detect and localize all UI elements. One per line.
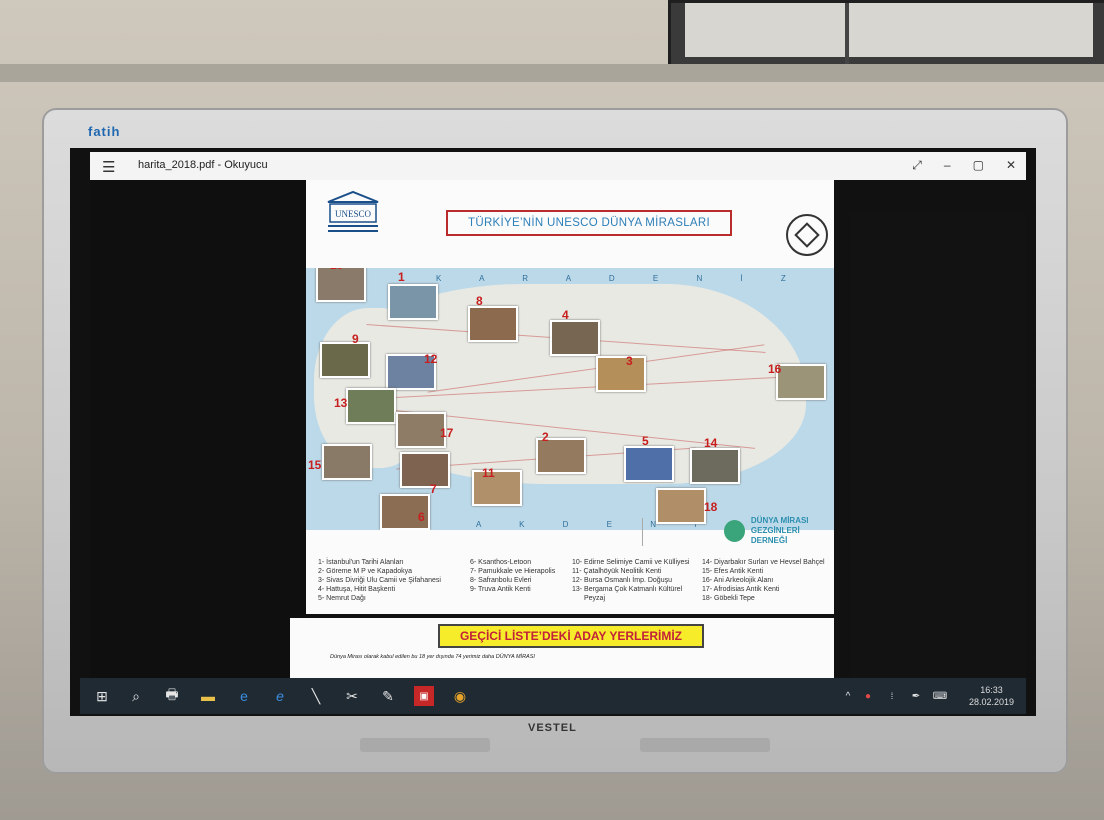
legend-column-3: 10- Edirne Selimiye Camii ve Külliyesi 11… bbox=[572, 559, 690, 602]
site-number: 10 bbox=[330, 268, 343, 272]
window-controls: ⤢ – ▢ ✕ bbox=[912, 158, 1016, 173]
maximize-icon[interactable]: ▢ bbox=[973, 158, 984, 173]
windows-start-icon[interactable]: ⊞ bbox=[92, 686, 112, 706]
site-number: 9 bbox=[352, 332, 359, 346]
site-number: 1 bbox=[398, 270, 405, 284]
minimize-icon[interactable]: – bbox=[944, 158, 951, 173]
site-photo[interactable] bbox=[468, 306, 518, 342]
tray-chevron-icon[interactable]: ^ bbox=[838, 686, 858, 706]
network-icon[interactable]: ⁞ bbox=[882, 686, 902, 706]
black-sea-label: K A R A D E N İ Z bbox=[436, 274, 804, 283]
internet-explorer-icon[interactable]: e bbox=[270, 686, 290, 706]
unesco-logo: UNESCO bbox=[327, 190, 379, 232]
pen-tray-icon[interactable]: ✒ bbox=[906, 686, 926, 706]
keyboard-icon[interactable]: ⌨ bbox=[930, 686, 950, 706]
site-number: 8 bbox=[476, 294, 483, 308]
printer-icon[interactable]: 🖶 bbox=[162, 686, 182, 706]
file-explorer-icon[interactable]: ▬ bbox=[198, 686, 218, 706]
site-number: 2 bbox=[542, 430, 549, 444]
legend-column-2: 6- Ksanthos-Letoon 7- Pamukkale ve Hierap… bbox=[470, 559, 556, 593]
org-name-line1: DÜNYA MİRASI bbox=[750, 516, 809, 525]
site-number: 18 bbox=[704, 500, 718, 514]
turkey-map: K A R A D E N İ Z A K D E N İ Z 10 1 8 4… bbox=[306, 268, 834, 530]
site-photo[interactable] bbox=[776, 364, 826, 400]
site-photo[interactable] bbox=[346, 388, 396, 424]
chrome-icon[interactable]: ◉ bbox=[450, 686, 470, 706]
close-icon[interactable]: ✕ bbox=[1006, 158, 1016, 173]
site-number: 4 bbox=[562, 308, 569, 322]
speaker-right bbox=[640, 738, 770, 752]
site-number: 13 bbox=[334, 396, 348, 410]
map-title: TÜRKİYE’NİN UNESCO DÜNYA MİRASLARI bbox=[446, 210, 732, 236]
site-number: 15 bbox=[308, 458, 322, 472]
site-photo[interactable] bbox=[388, 284, 438, 320]
pen-icon[interactable]: ╲ bbox=[306, 686, 326, 706]
site-photo[interactable] bbox=[396, 412, 446, 448]
mediterranean-label: A K D E N İ Z bbox=[476, 520, 758, 529]
clock-date: 28.02.2019 bbox=[968, 697, 1014, 707]
viewer-background-left bbox=[90, 180, 306, 680]
speaker-left bbox=[360, 738, 490, 752]
clock-time: 16:33 bbox=[980, 685, 1003, 695]
site-number: 16 bbox=[768, 362, 782, 376]
site-number: 11 bbox=[482, 466, 495, 480]
site-number: 5 bbox=[642, 434, 649, 448]
tool-icon[interactable]: ✂ bbox=[342, 686, 362, 706]
board-rail bbox=[0, 64, 1104, 82]
ministry-logo bbox=[642, 518, 707, 546]
page2-title: GEÇİCİ LİSTE’DEKİ ADAY YERLERİMİZ bbox=[438, 624, 704, 648]
site-photo[interactable] bbox=[624, 446, 674, 482]
search-icon[interactable]: ⌕ bbox=[126, 686, 146, 706]
site-photo[interactable] bbox=[400, 452, 450, 488]
world-heritage-emblem bbox=[786, 214, 828, 256]
paint-icon[interactable]: ✎ bbox=[378, 686, 398, 706]
globe-icon bbox=[724, 520, 745, 542]
edge-icon[interactable]: e bbox=[234, 686, 254, 706]
tray-app-icon[interactable]: ● bbox=[858, 686, 878, 706]
page2-note: Dünya Mirası olarak kabul edilen bu 18 y… bbox=[330, 654, 535, 660]
pdf-page-2[interactable]: GEÇİCİ LİSTE’DEKİ ADAY YERLERİMİZ Dünya … bbox=[290, 618, 834, 680]
svg-text:UNESCO: UNESCO bbox=[335, 209, 372, 219]
site-photo[interactable] bbox=[322, 444, 372, 480]
legend-column-4: 14- Diyarbakır Surları ve Hevsel Bahçel 1… bbox=[702, 559, 825, 602]
site-photo[interactable] bbox=[550, 320, 600, 356]
fullscreen-icon[interactable]: ⤢ bbox=[912, 158, 922, 173]
site-number: 12 bbox=[424, 352, 438, 366]
association-logo: DÜNYA MİRASI GEZGİNLERİ DERNEĞİ bbox=[724, 516, 834, 546]
site-photo[interactable] bbox=[316, 268, 366, 302]
pdf-reader-icon[interactable]: ▣ bbox=[414, 686, 434, 706]
taskbar: ⊞ ⌕ 🖶 ▬ e e ╲ ✂ ✎ ▣ ◉ ^ ● ⁞ ✒ ⌨ 16:33 28… bbox=[80, 678, 1026, 714]
viewer-background-right bbox=[850, 212, 1026, 680]
site-number: 7 bbox=[430, 482, 437, 496]
site-number: 3 bbox=[626, 354, 633, 368]
site-photo[interactable] bbox=[320, 342, 370, 378]
menu-icon[interactable]: ☰ bbox=[102, 158, 115, 176]
screen: ☰ harita_2018.pdf - Okuyucu ⤢ – ▢ ✕ UNES… bbox=[70, 148, 1036, 716]
site-photo[interactable] bbox=[596, 356, 646, 392]
site-number: 6 bbox=[418, 510, 425, 524]
monitor-brand: VESTEL bbox=[528, 722, 577, 734]
site-photo[interactable] bbox=[472, 470, 522, 506]
pdf-page[interactable]: UNESCO TÜRKİYE’NİN UNESCO DÜNYA MİRASLAR… bbox=[306, 180, 834, 614]
wall-frame bbox=[668, 0, 1104, 70]
site-number: 14 bbox=[704, 436, 718, 450]
window-title: harita_2018.pdf - Okuyucu bbox=[138, 159, 268, 171]
org-name-line2: GEZGİNLERİ DERNEĞİ bbox=[750, 526, 800, 545]
site-number: 17 bbox=[440, 426, 454, 440]
legend-column-1: 1- İstanbul'un Tarihi Alanları 2- Göreme … bbox=[318, 559, 441, 602]
site-photo[interactable] bbox=[690, 448, 740, 484]
app-titlebar: ☰ harita_2018.pdf - Okuyucu ⤢ – ▢ ✕ bbox=[90, 152, 1026, 180]
clock[interactable]: 16:33 28.02.2019 bbox=[969, 684, 1014, 708]
fatih-logo: fatih bbox=[88, 124, 121, 139]
